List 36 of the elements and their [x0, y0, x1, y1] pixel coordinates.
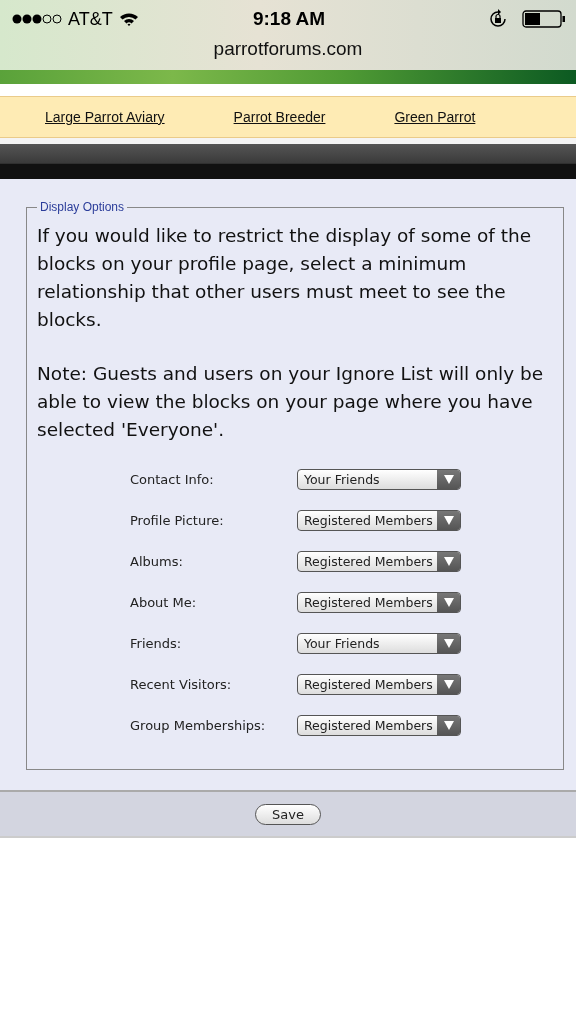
field-label: About Me: [130, 594, 198, 610]
dropdown[interactable]: Registered Members [297, 714, 461, 736]
field-label: Recent Visitors: [130, 676, 233, 692]
dropdown[interactable]: Your Friends [297, 632, 461, 654]
field-label: Friends: [130, 635, 183, 651]
caret-icon [437, 592, 460, 612]
note-text: Note: Guests and users on your Ignore List will only be able to view the blocks on your page where you have selected 'Everyone'. [37, 362, 545, 442]
rotation-lock-icon [488, 9, 508, 29]
dropdown[interactable]: Registered Members [297, 673, 461, 695]
carrier-name: AT&T [68, 8, 113, 30]
clock-time: 9:18 AM [252, 8, 326, 30]
panel-legend: Display Options [37, 200, 128, 214]
link[interactable]: Green Parrot [394, 109, 476, 125]
save-button[interactable]: Save [255, 803, 321, 825]
field-label: Group Memberships: [130, 717, 267, 733]
wifi-icon [118, 12, 139, 26]
ad-banner[interactable] [0, 70, 576, 84]
caret-icon [437, 633, 460, 653]
dropdown[interactable]: Registered Members [297, 509, 461, 531]
battery-icon [522, 10, 566, 28]
signal-icon [12, 14, 62, 24]
dropdown[interactable]: Registered Members [297, 591, 461, 613]
caret-icon [437, 674, 460, 694]
link[interactable]: Parrot Breeder [233, 109, 326, 125]
dropdown[interactable]: Registered Members [297, 550, 461, 572]
caret-icon [437, 551, 460, 571]
caret-icon [437, 715, 460, 735]
field-label: Albums: [130, 553, 184, 569]
caret-icon [437, 469, 460, 489]
field-label: Contact Info: [130, 471, 215, 487]
intro-text: If you would like to restrict the display of some of the blocks on your profile page, select a minimum relationship that other users must meet to see the blocks. [37, 224, 533, 332]
caret-icon [437, 510, 460, 530]
field-label: Profile Picture: [130, 512, 225, 528]
address-bar[interactable]: parrotforums.com [193, 38, 383, 60]
link[interactable]: Large Parrot Aviary [45, 109, 165, 125]
dropdown[interactable]: Your Friends [297, 468, 461, 490]
